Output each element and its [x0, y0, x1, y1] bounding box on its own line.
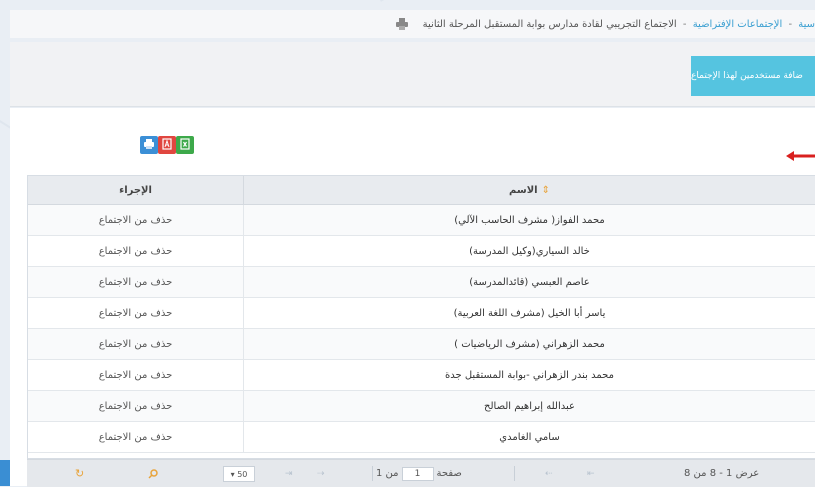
refresh-icon[interactable]: ↻ [75, 460, 84, 487]
remove-from-meeting-link[interactable]: حذف من الاجتماع [28, 267, 244, 297]
breadcrumb-separator: - [788, 18, 793, 30]
background-line [380, 0, 815, 2]
participant-name: عبدالله إبراهيم الصالح [484, 400, 575, 412]
column-header-name[interactable]: الاسم ⇕ [244, 176, 815, 204]
page-number-input[interactable]: 1 [401, 466, 434, 481]
breadcrumb: سية - الإجتماعات الإفتراضية - الاجتماع ا… [423, 19, 815, 30]
remove-from-meeting-link[interactable]: حذف من الاجتماع [28, 236, 244, 266]
breadcrumb-virtual-meetings-link[interactable]: الإجتماعات الإفتراضية [693, 19, 783, 30]
remove-from-meeting-link[interactable]: حذف من الاجتماع [28, 298, 244, 328]
chevron-down-icon: ▾ [230, 469, 235, 479]
pointer-arrow [786, 151, 815, 161]
print-icon[interactable] [395, 17, 409, 31]
next-page-icon[interactable]: ⇢ [317, 460, 325, 487]
breadcrumb-current: الاجتماع التجريبي لقادة مدارس بوابة المس… [422, 18, 677, 30]
participant-name: ياسر أبا الخيل (مشرف اللغة العربية) [453, 307, 606, 319]
print-icon [143, 138, 155, 153]
table-row: حذف من الاجتماع محمد الزهراني (مشرف الري… [28, 329, 815, 360]
participants-table: الإجراء الاسم ⇕ حذف من الاجتماع محمد الف… [27, 175, 815, 459]
participant-name: محمد الفواز( مشرف الحاسب الآلي) [454, 214, 605, 226]
remove-from-meeting-link[interactable]: حذف من الاجتماع [28, 391, 244, 421]
records-count: عرض 1 - 8 من 8 [684, 468, 760, 479]
participant-name: سامي الغامدي [499, 431, 560, 443]
toolbar: ضافة مستخدمين لهذا الإجتماع [10, 42, 815, 107]
table-row: حذف من الاجتماع محمد الفواز( مشرف الحاسب… [28, 205, 815, 236]
last-page-icon[interactable]: ⇥ [285, 460, 293, 487]
table-header: الإجراء الاسم ⇕ [28, 176, 815, 205]
add-users-label: ضافة مستخدمين لهذا الإجتماع [691, 71, 803, 81]
page-size-select[interactable]: ▾ 50 [223, 466, 255, 482]
column-header-name-label: الاسم [509, 184, 538, 196]
participant-name: محمد بندر الزهراني -بوابة المستقبل جدة [445, 369, 614, 381]
breadcrumb-bar: سية - الإجتماعات الإفتراضية - الاجتماع ا… [10, 10, 815, 38]
table-row: حذف من الاجتماع محمد بندر الزهراني -بواب… [28, 360, 815, 391]
page-of-label: من 1 [376, 468, 399, 479]
add-users-button[interactable]: ضافة مستخدمين لهذا الإجتماع [691, 56, 815, 96]
remove-from-meeting-link[interactable]: حذف من الاجتماع [28, 329, 244, 359]
column-header-action: الإجراء [28, 176, 244, 204]
sidebar-stub [0, 460, 10, 486]
participant-name: عاصم العبسي (قائدالمدرسة) [469, 276, 590, 288]
table-row: حذف من الاجتماع عاصم العبسي (قائدالمدرسة… [28, 267, 815, 298]
remove-from-meeting-link[interactable]: حذف من الاجتماع [28, 422, 244, 452]
page-label: صفحة [436, 468, 462, 479]
pager-separator [372, 466, 373, 481]
table-row: حذف من الاجتماع خالد السياري(وكيل المدرس… [28, 236, 815, 267]
previous-page-icon[interactable]: ⇠ [545, 460, 553, 487]
remove-from-meeting-link[interactable]: حذف من الاجتماع [28, 360, 244, 390]
table-row: حذف من الاجتماع سامي الغامدي [28, 422, 815, 453]
breadcrumb-home-link[interactable]: سية [798, 19, 815, 30]
export-print-button[interactable] [140, 136, 158, 154]
table-row: حذف من الاجتماع ياسر أبا الخيل (مشرف الل… [28, 298, 815, 329]
export-pdf-button[interactable] [158, 136, 176, 154]
table-row: حذف من الاجتماع عبدالله إبراهيم الصالح [28, 391, 815, 422]
remove-from-meeting-link[interactable]: حذف من الاجتماع [28, 205, 244, 235]
sort-icon[interactable]: ⇕ [542, 185, 550, 196]
participant-name: محمد الزهراني (مشرف الرياضيات ) [454, 338, 605, 350]
breadcrumb-separator: - [682, 18, 687, 30]
pdf-icon [161, 137, 173, 153]
pager-separator [514, 466, 515, 481]
search-icon[interactable] [148, 460, 158, 487]
pager: ↻ ▾ 50 ⇥ ⇢ صفحة 1 من 1 ⇠ ⇤ عرض 1 - 8 من … [27, 459, 815, 487]
page-indicator: صفحة 1 من 1 [376, 460, 462, 487]
page-size-value: 50 [237, 469, 248, 479]
first-page-icon[interactable]: ⇤ [587, 460, 595, 487]
excel-icon [179, 137, 191, 153]
export-excel-button[interactable] [176, 136, 194, 154]
participant-name: خالد السياري(وكيل المدرسة) [469, 245, 590, 257]
